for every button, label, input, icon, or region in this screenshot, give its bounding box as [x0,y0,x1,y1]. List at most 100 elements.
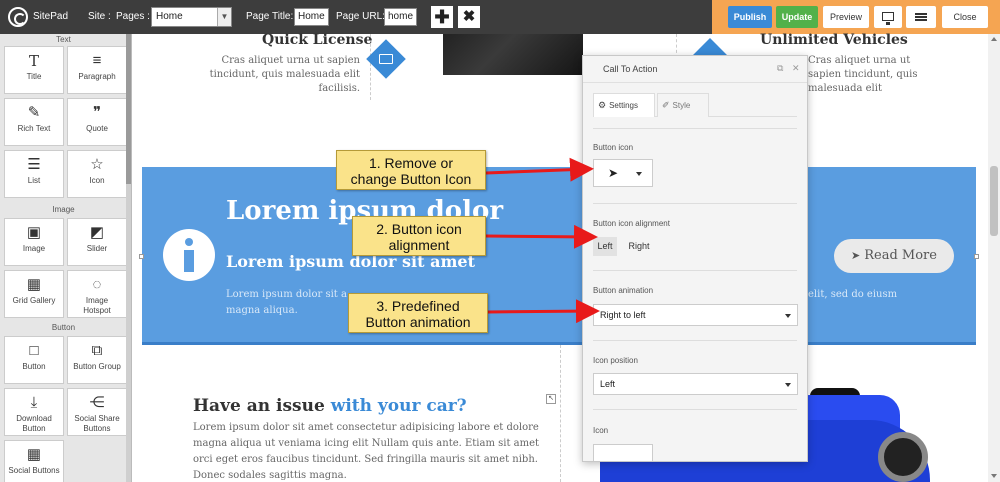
paragraph-icon: ≡ [92,52,102,69]
menu-button[interactable] [906,6,936,28]
image-icon: ▣ [26,224,42,241]
widget-icon[interactable]: ☆ Icon [67,150,127,198]
add-page-button[interactable]: ✚ [431,6,453,28]
widget-quote[interactable]: ❞ Quote [67,98,127,146]
unlimited-vehicles-title: Unlimited Vehicles [760,32,908,48]
resize-handle[interactable] [139,254,144,259]
pages-label: Pages : [116,11,150,22]
widget-social-share-buttons[interactable]: ⋲ Social Share Buttons [67,388,127,436]
hotspot-icon: ◌ [92,276,102,293]
issue-heading: Have an issue with your car? [193,396,467,416]
widget-label: Paragraph [78,72,116,81]
app-name: SitePad [33,11,69,22]
animation-select-value: Right to left [600,310,646,320]
widgets-scrollbar[interactable] [126,34,131,482]
expand-icon[interactable]: ↖ [546,394,556,404]
responsive-view-button[interactable] [874,6,902,28]
delete-page-button[interactable]: ✖ [458,6,480,28]
icon-position-select[interactable]: Left [593,373,798,395]
widget-button-group[interactable]: ⧉ Button Group [67,336,127,384]
scroll-thumb[interactable] [126,34,131,184]
chevron-down-icon[interactable]: ▼ [217,8,231,26]
widget-download-button[interactable]: ⤓ Download Button [4,388,64,436]
widget-label: Grid Gallery [12,296,56,305]
callout-predefined-animation: 3. Predefined Button animation [348,293,488,333]
widget-label: Social Share Buttons [74,414,120,433]
tab-settings[interactable]: ⚙ Settings [593,93,655,117]
preview-button[interactable]: Preview [823,6,869,28]
callout-icon-alignment: 2. Button icon alignment [352,216,486,256]
brush-icon: ✐ [662,100,670,110]
widget-image[interactable]: ▣ Image [4,218,64,266]
scroll-up-icon[interactable] [991,37,997,41]
tab-style[interactable]: ✐ Style [657,93,709,117]
caret-down-icon [636,172,642,176]
page-url-input[interactable]: home [384,8,418,26]
update-button[interactable]: Update [776,6,818,28]
button-icon-picker[interactable]: ➤ [593,159,653,187]
page-title-input[interactable]: Home [294,8,329,26]
column-guide [560,345,561,482]
tab-label: Style [672,101,691,110]
callout-line: 3. Predefined [376,298,460,314]
widget-rich-text[interactable]: ✎ Rich Text [4,98,64,146]
info-icon-dot [185,238,193,246]
widget-label: Rich Text [17,124,51,133]
icon-label: Icon [593,426,609,435]
align-right-option[interactable]: Right [621,237,657,256]
issue-heading-main: Have an issue [193,396,325,416]
download-icon: ⤓ [30,394,38,411]
button-icon-label: Button icon [593,143,634,152]
scroll-down-icon[interactable] [991,474,997,478]
caret-down-icon [785,314,791,318]
publish-button[interactable]: Publish [728,6,772,28]
hamburger-icon [915,13,927,15]
widget-label: Slider [86,244,108,253]
callout-line: alignment [388,237,450,253]
widget-title[interactable]: T Title [4,46,64,94]
widget-label: Social Buttons [8,466,60,475]
issue-paragraph: Lorem ipsum dolor sit amet consectetur a… [193,422,540,481]
panel-header[interactable]: Call To Action ⧉ ✕ [583,56,807,83]
share-icon: ⋲ [89,394,105,411]
gear-icon: ⚙ [598,100,607,110]
align-left-option[interactable]: Left [593,237,617,256]
animation-select[interactable]: Right to left [593,304,798,326]
widget-label: Icon [89,176,105,185]
quick-license-title: Quick License [262,32,373,48]
widget-list[interactable]: ☰ List [4,150,64,198]
widget-button[interactable]: □ Button [4,336,64,384]
card-icon [379,54,393,64]
social-grid-icon: ▦ [26,446,42,463]
canvas-scrollbar[interactable] [988,34,1000,482]
widget-label: Button [22,362,46,371]
pages-select-value: Home [156,11,183,22]
close-button[interactable]: Close [942,6,988,28]
caret-down-icon [785,383,791,387]
popout-icon[interactable]: ⧉ [777,63,783,74]
widget-social-buttons[interactable]: ▦ Social Buttons [4,440,64,482]
banner-text-line1-end[interactable]: elit, sed do eiusm [808,289,897,300]
widget-slider[interactable]: ◩ Slider [67,218,127,266]
button-icon: □ [29,342,39,359]
resize-handle[interactable] [974,254,979,259]
tab-label: Settings [609,101,638,110]
widget-image-hotspot[interactable]: ◌ Image Hotspot [67,270,127,318]
widget-paragraph[interactable]: ≡ Paragraph [67,46,127,94]
page-title-label: Page Title: [246,11,294,22]
widget-label: Title [26,72,42,81]
section-button: Button [51,323,76,332]
list-icon: ☰ [27,156,41,173]
widget-label: Quote [86,124,108,133]
info-icon-stem [184,250,194,272]
panel-tabs: ⚙ Settings ✐ Style [593,93,797,117]
callout-line: 1. Remove or [368,155,454,171]
scroll-thumb[interactable] [990,166,998,236]
pages-select[interactable]: Home ▼ [151,7,232,27]
read-more-button[interactable]: ➤ Read More [834,239,954,273]
widget-grid-gallery[interactable]: ▦ Grid Gallery [4,270,64,318]
icon-field[interactable] [593,444,653,461]
slider-icon: ◩ [89,224,105,241]
widget-label: Image Hotspot [83,296,111,315]
close-icon[interactable]: ✕ [792,63,800,74]
